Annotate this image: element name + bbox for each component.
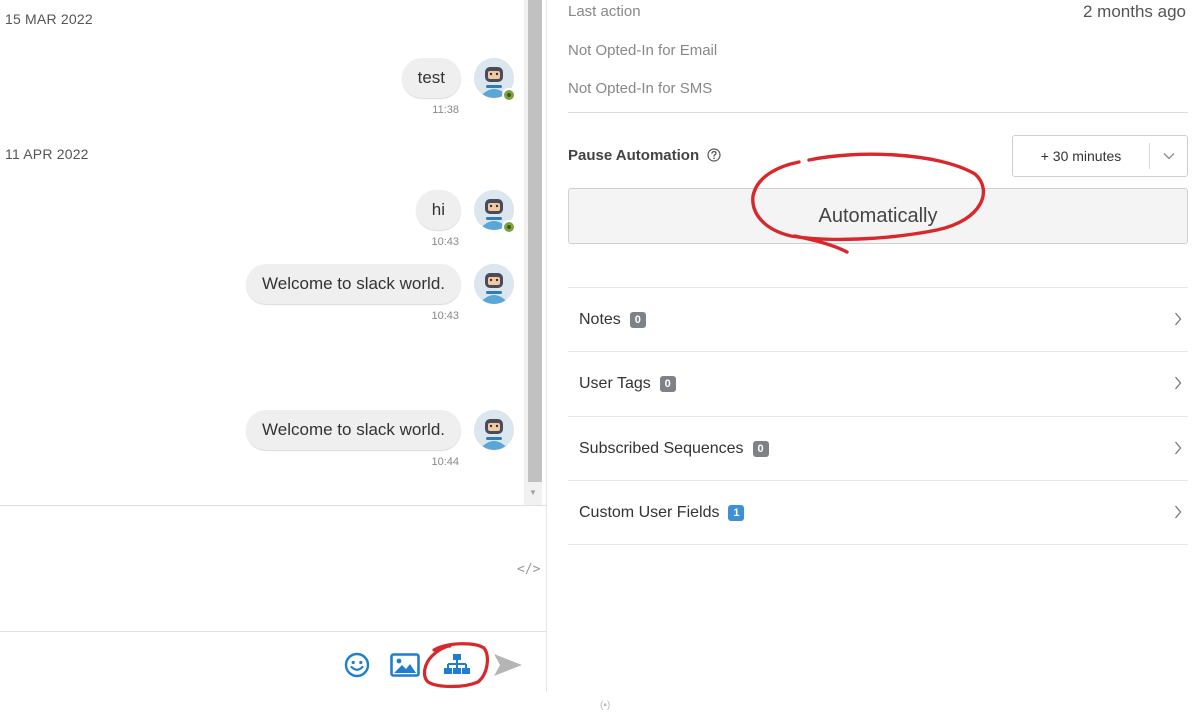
avatar[interactable] <box>474 190 516 234</box>
pause-automation-label: Pause Automation <box>568 147 721 164</box>
robot-avatar-icon <box>474 264 514 304</box>
chevron-down-icon <box>1163 153 1174 160</box>
count-badge: 0 <box>659 375 676 392</box>
section-label: User Tags <box>579 374 651 392</box>
message-time: 10:43 <box>431 310 459 322</box>
pause-automation-text: Pause Automation <box>568 147 700 164</box>
message-row: Welcome to slack world. 10:43 <box>246 264 514 322</box>
message-bubble[interactable]: Welcome to slack world. <box>246 264 461 304</box>
scroll-down-arrow-icon[interactable]: ▼ <box>524 484 542 502</box>
emoji-icon <box>344 652 370 678</box>
image-button[interactable] <box>388 648 422 682</box>
chat-pane: 15 MAR 2022 test 11:38 11 APR 2022 hi 10… <box>0 0 546 692</box>
last-action-value: 2 months ago <box>1082 2 1186 21</box>
message-bubble[interactable]: test <box>401 58 461 98</box>
message-bubble[interactable]: Welcome to slack world. <box>246 410 461 450</box>
message-time: 10:44 <box>431 456 459 468</box>
chevron-right-icon <box>1175 441 1182 455</box>
section-custom-user-fields[interactable]: Custom User Fields 1 <box>568 480 1188 544</box>
footer-mark: (▪) <box>600 700 611 711</box>
email-optin-status: Not Opted-In for Email <box>568 42 718 59</box>
section-label: Subscribed Sequences <box>579 439 744 457</box>
pause-duration-value: + 30 minutes <box>1013 143 1150 169</box>
message-row: hi 10:43 <box>415 190 516 248</box>
pause-duration-select[interactable]: + 30 minutes <box>1012 135 1188 177</box>
section-label: Notes <box>579 310 621 328</box>
last-action-label: Last action <box>568 3 641 20</box>
message-list[interactable]: 15 MAR 2022 test 11:38 11 APR 2022 hi 10… <box>0 0 524 505</box>
status-badge-icon <box>502 88 516 102</box>
sections-divider <box>568 544 1188 545</box>
message-input[interactable] <box>0 506 510 631</box>
code-toggle-button[interactable]: </> <box>517 562 540 577</box>
chevron-right-icon <box>1175 505 1182 519</box>
toolbar-divider <box>0 631 546 632</box>
image-icon <box>390 653 420 677</box>
date-separator: 11 APR 2022 <box>5 146 89 162</box>
message-time: 10:43 <box>431 236 459 248</box>
robot-avatar-icon <box>474 410 514 450</box>
chevron-right-icon <box>1175 376 1182 390</box>
section-subscribed-sequences[interactable]: Subscribed Sequences 0 <box>568 416 1188 480</box>
section-label: Custom User Fields <box>579 503 720 521</box>
count-badge: 0 <box>629 311 646 328</box>
emoji-button[interactable] <box>342 648 372 682</box>
message-bubble[interactable]: hi <box>415 190 461 230</box>
message-time: 11:38 <box>432 104 459 116</box>
count-badge: 1 <box>728 504 745 521</box>
sms-optin-status: Not Opted-In for SMS <box>568 80 713 97</box>
automation-mode-box[interactable]: Automatically <box>568 188 1188 244</box>
user-info-panel: Last action 2 months ago Not Opted-In fo… <box>547 0 1194 692</box>
section-notes[interactable]: Notes 0 <box>568 287 1188 351</box>
send-icon <box>494 654 522 676</box>
info-divider <box>568 112 1188 113</box>
message-row: test 11:38 <box>401 58 516 116</box>
automation-mode-text: Automatically <box>818 205 938 227</box>
count-badge: 0 <box>752 440 769 457</box>
flow-button[interactable] <box>432 648 482 682</box>
message-row: Welcome to slack world. 10:44 <box>246 410 514 468</box>
avatar[interactable] <box>474 410 514 450</box>
status-badge-icon <box>502 220 516 234</box>
avatar[interactable] <box>474 264 514 304</box>
section-user-tags[interactable]: User Tags 0 <box>568 351 1188 415</box>
help-icon[interactable] <box>707 147 721 162</box>
send-button[interactable] <box>490 648 526 682</box>
flow-icon <box>444 654 470 674</box>
chevron-right-icon <box>1175 312 1182 326</box>
scrollbar-thumb[interactable] <box>528 0 542 482</box>
date-separator: 15 MAR 2022 <box>5 11 93 27</box>
avatar[interactable] <box>474 58 516 102</box>
